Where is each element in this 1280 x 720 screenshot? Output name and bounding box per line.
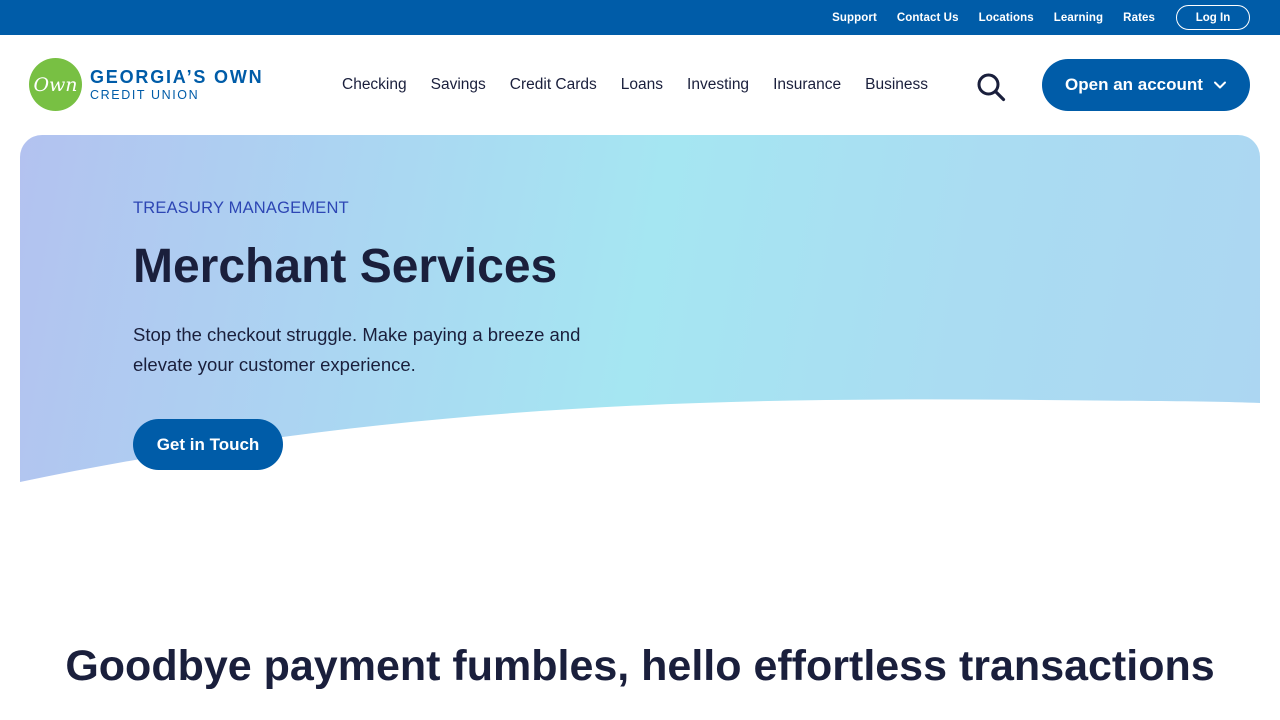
logo-line-2: CREDIT UNION <box>90 87 200 102</box>
utility-link-contact-us[interactable]: Contact Us <box>897 12 959 24</box>
utility-link-support[interactable]: Support <box>832 12 877 24</box>
nav-item-investing[interactable]: Investing <box>687 76 749 94</box>
logo-line-1: GEORGIA’S OWN <box>90 66 264 87</box>
open-account-button[interactable]: Open an account <box>1042 59 1250 111</box>
utility-link-rates[interactable]: Rates <box>1123 12 1155 24</box>
section-heading: Goodbye payment fumbles, hello effortles… <box>65 642 1215 690</box>
main-header: Own GEORGIA’S OWN CREDIT UNION Checking … <box>0 35 1280 135</box>
hero-eyebrow: TREASURY MANAGEMENT <box>133 199 349 217</box>
login-button[interactable]: Log In <box>1176 5 1250 30</box>
hero-banner: TREASURY MANAGEMENT Merchant Services St… <box>20 135 1260 495</box>
nav-item-insurance[interactable]: Insurance <box>773 76 841 94</box>
utility-link-locations[interactable]: Locations <box>979 12 1034 24</box>
utility-bar: Support Contact Us Locations Learning Ra… <box>0 0 1280 35</box>
nav-item-credit-cards[interactable]: Credit Cards <box>510 76 597 94</box>
chevron-down-icon <box>1213 81 1226 89</box>
page-title: Merchant Services <box>133 240 558 293</box>
search-icon[interactable] <box>976 72 1006 102</box>
nav-item-business[interactable]: Business <box>865 76 928 94</box>
hero-description: Stop the checkout struggle. Make paying … <box>133 324 581 375</box>
nav-item-savings[interactable]: Savings <box>431 76 486 94</box>
utility-link-learning[interactable]: Learning <box>1054 12 1103 24</box>
logo-mark: Own <box>29 58 82 111</box>
nav-item-loans[interactable]: Loans <box>621 76 663 94</box>
main-nav: Checking Savings Credit Cards Loans Inve… <box>330 35 940 135</box>
get-in-touch-button[interactable]: Get in Touch <box>133 419 283 470</box>
nav-item-checking[interactable]: Checking <box>342 76 407 94</box>
logo-text: GEORGIA’S OWN CREDIT UNION <box>90 68 263 102</box>
logo[interactable]: Own GEORGIA’S OWN CREDIT UNION <box>29 58 263 111</box>
open-account-label: Open an account <box>1065 75 1203 94</box>
